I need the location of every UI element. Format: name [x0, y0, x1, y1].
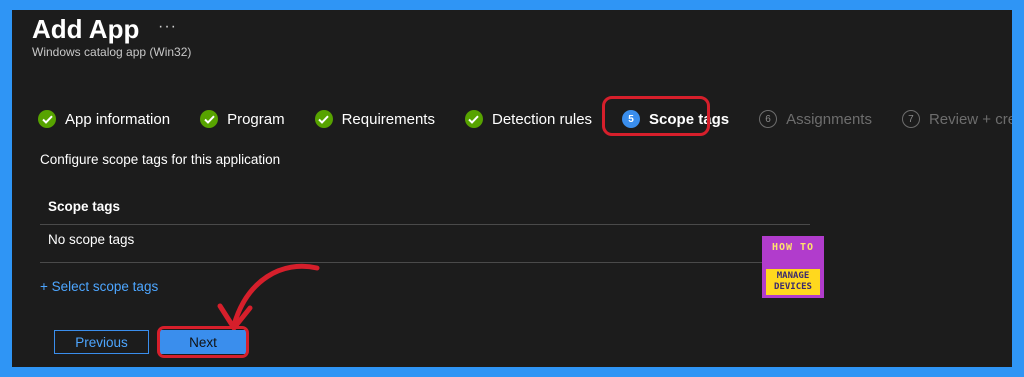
step-label: Detection rules — [491, 110, 593, 128]
how-to-manage-devices-logo: HOW TO MANAGE DEVICES — [762, 236, 824, 298]
red-arrow-annotation-icon — [217, 263, 320, 331]
previous-button[interactable]: Previous — [54, 330, 149, 354]
page-subtitle: Windows catalog app (Win32) — [32, 45, 192, 59]
step-review-create[interactable]: 7 Review + create — [901, 110, 1012, 128]
step-label: Review + create — [928, 110, 1012, 128]
check-icon — [38, 110, 56, 128]
logo-text-line1: HOW TO — [771, 242, 815, 253]
page-title: Add App — [32, 14, 140, 44]
step-label: Assignments — [786, 110, 872, 128]
check-icon — [200, 110, 219, 128]
step-app-information[interactable]: App information — [38, 110, 170, 128]
scope-tags-description: Configure scope tags for this applicatio… — [40, 152, 281, 167]
next-button-highlight — [157, 326, 249, 358]
step-program[interactable]: Program — [200, 110, 285, 128]
more-options-icon[interactable]: ··· — [158, 18, 177, 36]
step-number-icon: 7 — [901, 110, 920, 128]
table-row: No scope tags — [40, 225, 810, 263]
wizard-steps: App information Program Requirements Det… — [38, 106, 1012, 132]
scope-tags-table-header: Scope tags — [40, 193, 810, 225]
check-icon — [314, 110, 333, 128]
step-detection-rules[interactable]: Detection rules — [464, 110, 593, 128]
logo-box: MANAGE DEVICES — [766, 269, 820, 295]
step-assignments[interactable]: 6 Assignments — [759, 110, 872, 128]
add-app-panel: Add App ··· Windows catalog app (Win32) … — [12, 10, 1012, 367]
logo-text-line2: MANAGE — [776, 271, 810, 281]
step-requirements[interactable]: Requirements — [314, 110, 435, 128]
check-icon — [464, 110, 483, 128]
select-scope-tags-link[interactable]: + Select scope tags — [40, 279, 158, 294]
step-number-icon: 6 — [759, 110, 778, 128]
step-label: App information — [65, 110, 171, 128]
logo-text-line3: DEVICES — [774, 282, 812, 292]
step-label: Requirements — [341, 110, 435, 128]
step-label: Program — [227, 110, 285, 128]
scope-tags-highlight — [602, 96, 710, 136]
